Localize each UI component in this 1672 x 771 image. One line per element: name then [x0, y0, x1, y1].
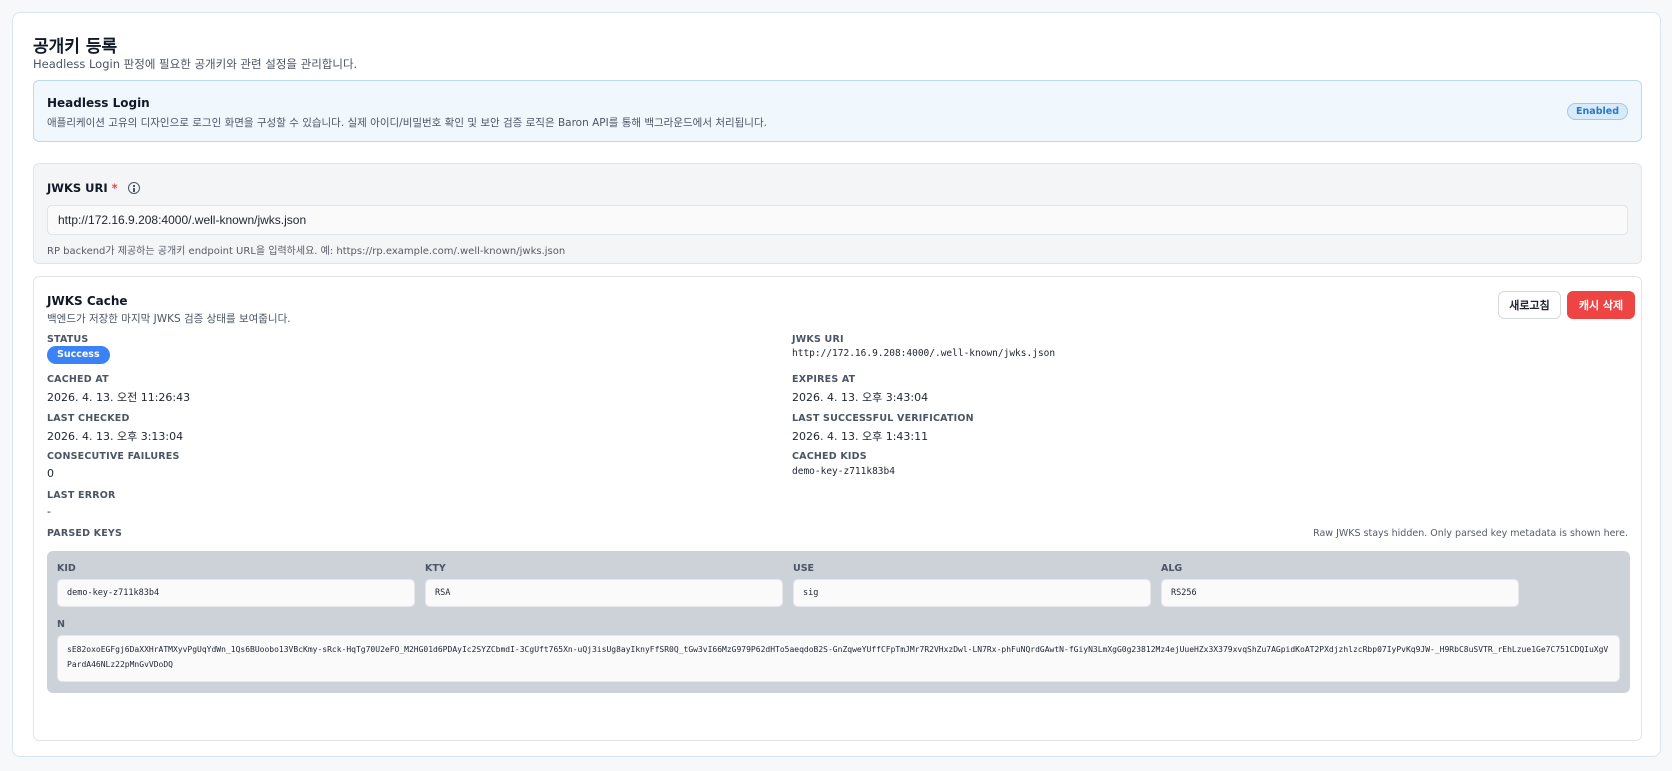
- expires-at-value: 2026. 4. 13. 오후 3:43:04: [792, 391, 929, 404]
- cached-at-label: CACHED AT: [47, 374, 109, 385]
- page-container: 공개키 등록 Headless Login 판정에 필요한 공개키와 관련 설정…: [12, 12, 1661, 757]
- kty-label: KTY: [425, 563, 446, 574]
- use-label: USE: [793, 563, 815, 574]
- use-field[interactable]: sig: [793, 579, 1151, 607]
- expires-at-label: EXPIRES AT: [792, 374, 856, 385]
- page-subtitle: Headless Login 판정에 필요한 공개키와 관련 설정을 관리합니다…: [33, 57, 358, 71]
- cache-jwks-uri-value: http://172.16.9.208:4000/.well-known/jwk…: [792, 348, 1056, 359]
- n-label: N: [57, 619, 65, 630]
- refresh-button[interactable]: 새로고침: [1498, 291, 1561, 319]
- delete-cache-button[interactable]: 캐시 삭제: [1567, 291, 1635, 319]
- headless-login-description: 애플리케이션 고유의 디자인으로 로그인 화면을 구성할 수 있습니다. 실제 …: [47, 117, 767, 129]
- failures-value: 0: [47, 467, 54, 480]
- page-title: 공개키 등록: [33, 37, 118, 57]
- last-error-label: LAST ERROR: [47, 490, 116, 501]
- last-checked-label: LAST CHECKED: [47, 413, 130, 424]
- cached-at-value: 2026. 4. 13. 오전 11:26:43: [47, 391, 191, 404]
- parsed-keys-note: Raw JWKS stays hidden. Only parsed key m…: [1313, 528, 1628, 539]
- cached-kids-value: demo-key-z711k83b4: [792, 466, 895, 477]
- jwks-uri-help: RP backend가 제공하는 공개키 endpoint URL을 입력하세요…: [47, 246, 566, 257]
- headless-login-panel: Headless Login 애플리케이션 고유의 디자인으로 로그인 화면을 …: [33, 80, 1642, 142]
- parsed-keys-label: PARSED KEYS: [47, 528, 123, 539]
- last-success-value: 2026. 4. 13. 오후 1:43:11: [792, 430, 929, 443]
- last-checked-value: 2026. 4. 13. 오후 3:13:04: [47, 430, 184, 443]
- status-label: STATUS: [47, 334, 89, 345]
- jwks-uri-label: JWKS URI *: [47, 181, 140, 195]
- enabled-badge: Enabled: [1567, 103, 1628, 120]
- failures-label: CONSECUTIVE FAILURES: [47, 451, 180, 462]
- jwks-cache-section: JWKS Cache 백엔드가 저장한 마지막 JWKS 검증 상태를 보여줍니…: [33, 276, 1642, 741]
- parsed-key-card: KID demo-key-z711k83b4 KTY RSA USE sig A…: [47, 551, 1630, 693]
- jwks-uri-input[interactable]: http://172.16.9.208:4000/.well-known/jwk…: [47, 205, 1628, 235]
- kty-field[interactable]: RSA: [425, 579, 783, 607]
- alg-field[interactable]: RS256: [1161, 579, 1519, 607]
- cache-jwks-uri-label: JWKS URI: [792, 334, 844, 345]
- alg-label: ALG: [1161, 563, 1183, 574]
- jwks-uri-section: JWKS URI * http://172.16.9.208:4000/.wel…: [33, 163, 1642, 264]
- headless-login-title: Headless Login: [47, 96, 150, 110]
- last-success-label: LAST SUCCESSFUL VERIFICATION: [792, 413, 974, 424]
- status-badge: Success: [47, 346, 110, 364]
- jwks-uri-label-text: JWKS URI: [47, 181, 108, 195]
- info-icon[interactable]: [127, 182, 140, 194]
- cached-kids-label: CACHED KIDS: [792, 451, 867, 462]
- last-error-value: -: [47, 505, 51, 518]
- jwks-cache-title: JWKS Cache: [47, 294, 128, 308]
- required-mark: *: [111, 181, 118, 195]
- kid-field[interactable]: demo-key-z711k83b4: [57, 579, 415, 607]
- kid-label: KID: [57, 563, 76, 574]
- jwks-cache-description: 백엔드가 저장한 마지막 JWKS 검증 상태를 보여줍니다.: [47, 313, 291, 325]
- n-field[interactable]: sE82oxoEGFgj6DaXXHrATMXyvPgUqYdWn_1Qs6BU…: [57, 635, 1620, 682]
